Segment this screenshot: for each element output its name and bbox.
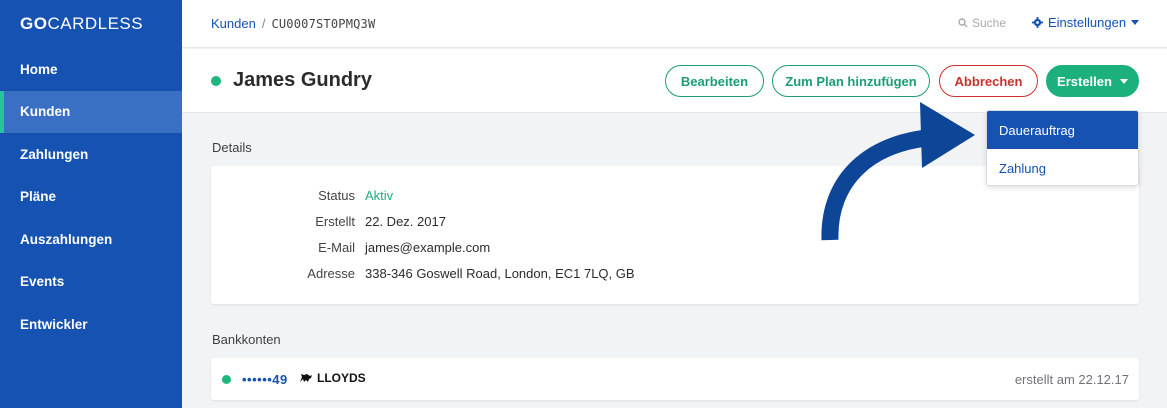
detail-label: Status xyxy=(318,188,355,203)
detail-label: E-Mail xyxy=(318,240,355,255)
account-number-mask: ••••••49 xyxy=(242,372,288,387)
nav-item-zahlungen[interactable]: Zahlungen xyxy=(0,133,182,176)
bank-name: LLOYDS xyxy=(317,371,366,385)
gocardless-logo[interactable]: GO CARDLESS xyxy=(0,0,182,48)
detail-label: Erstellt xyxy=(315,214,355,229)
nav-item-events[interactable]: Events xyxy=(0,261,182,304)
chevron-down-icon xyxy=(1131,20,1140,25)
create-dropdown-menu: Dauerauftrag Zahlung xyxy=(986,110,1139,186)
nav-item-entwickler[interactable]: Entwickler xyxy=(0,303,182,346)
status-value: Aktiv xyxy=(365,188,394,203)
address-value: 338-346 Goswell Road, London, EC1 7LQ, G… xyxy=(365,266,635,281)
search-input[interactable]: Suche xyxy=(958,16,1006,30)
settings-label: Einstellungen xyxy=(1048,15,1127,30)
created-value: 22. Dez. 2017 xyxy=(365,214,446,229)
settings-menu[interactable]: Einstellungen xyxy=(1032,15,1140,30)
annotation-arrow-icon xyxy=(821,102,975,241)
horse-icon xyxy=(300,374,312,382)
bank-status-dot xyxy=(222,375,231,384)
sidebar: GO CARDLESS Home Kunden Zahlungen Pläne A… xyxy=(0,0,182,408)
nav-item-kunden[interactable]: Kunden xyxy=(0,90,182,133)
breadcrumb: Kunden / CU0007ST0PMQ3W xyxy=(211,16,375,31)
account-created-date: erstellt am 22.12.17 xyxy=(1014,372,1129,387)
nav-item-plaene[interactable]: Pläne xyxy=(0,176,182,219)
menu-item-dauerauftrag[interactable]: Dauerauftrag xyxy=(987,111,1138,149)
detail-label: Adresse xyxy=(307,266,355,281)
breadcrumb-kunden-link[interactable]: Kunden xyxy=(211,16,256,31)
email-value: james@example.com xyxy=(365,240,491,255)
details-title: Details xyxy=(212,140,252,155)
edit-button[interactable]: Bearbeiten xyxy=(665,65,764,97)
bank-accounts-title: Bankkonten xyxy=(212,332,281,347)
logo-bold-text: GO xyxy=(20,14,48,33)
menu-item-zahlung[interactable]: Zahlung xyxy=(987,149,1138,185)
details-card: Status Aktiv Erstellt 22. Dez. 2017 E-Ma… xyxy=(211,166,1139,304)
top-bar: Kunden / CU0007ST0PMQ3W Suche Einstellun… xyxy=(182,0,1167,48)
breadcrumb-customer-id: CU0007ST0PMQ3W xyxy=(271,16,376,31)
gear-icon xyxy=(1032,17,1043,28)
logo-rest-text: CARDLESS xyxy=(47,14,144,33)
create-button-label: Erstellen xyxy=(1057,73,1112,89)
chevron-down-icon xyxy=(1119,78,1128,84)
bank-logo: LLOYDS xyxy=(298,371,366,385)
search-icon xyxy=(958,18,968,28)
bank-account-row[interactable]: ••••••49 LLOYDS erstellt am 22.12.17 xyxy=(211,358,1139,400)
customer-header: James Gundry Bearbeiten Zum Plan hinzufü… xyxy=(182,49,1167,113)
search-placeholder: Suche xyxy=(972,16,1007,30)
create-button[interactable]: Erstellen xyxy=(1046,65,1139,97)
nav-item-home[interactable]: Home xyxy=(0,48,182,91)
customer-name: James Gundry xyxy=(233,69,372,91)
customer-status-dot xyxy=(211,76,221,86)
nav-item-auszahlungen[interactable]: Auszahlungen xyxy=(0,218,182,261)
breadcrumb-separator: / xyxy=(261,16,266,31)
